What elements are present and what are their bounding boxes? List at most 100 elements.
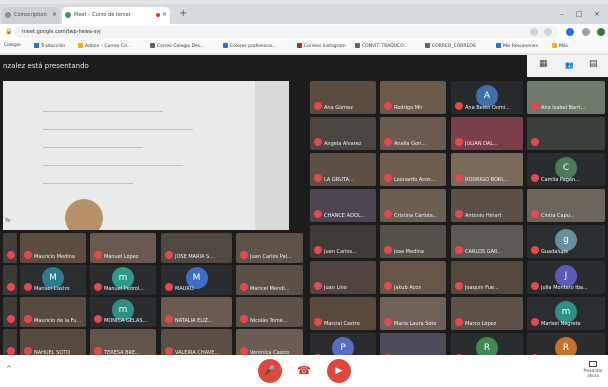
participant-tile[interactable]: Jakub Acos (380, 261, 446, 294)
gmail-icon[interactable] (597, 28, 605, 36)
new-tab-icon[interactable]: + (179, 8, 187, 19)
mic-muted-icon (384, 138, 392, 146)
participant-tile[interactable]: Angela Alvarez (310, 117, 376, 150)
participant-tile[interactable]: M MAURO (161, 265, 232, 295)
participant-tile[interactable]: Juan Carlos Pal... (236, 233, 303, 263)
participant-tile[interactable]: CARLOS GAR... (451, 225, 523, 258)
participant-tile[interactable]: m Marisel Negrete (527, 297, 605, 330)
mic-muted-icon (165, 283, 173, 291)
participant-name: Analía Gon... (394, 141, 426, 147)
participant-tile[interactable]: Nicolás Tomé... (236, 297, 303, 327)
participant-tile[interactable]: J Julia Montero Iba... (527, 261, 605, 294)
participant-tile[interactable] (3, 297, 17, 327)
whiteboard-line (43, 165, 183, 166)
participant-tile[interactable] (3, 233, 17, 263)
tab-active[interactable]: Meet – Curso de tercer × (62, 7, 170, 24)
bookmark-item[interactable]: Colegio (4, 43, 21, 48)
participant-tile[interactable]: Analía Gon... (380, 117, 446, 150)
participant-tile[interactable]: Ana Isabel Barri... (527, 81, 605, 114)
participant-name: María Laura Soto (394, 321, 437, 327)
maximize-icon[interactable]: □ (576, 10, 583, 18)
bookmark-item[interactable]: CONVIT. TRADUCO... (355, 43, 408, 49)
bookmark-item[interactable]: Colores profesiona... (223, 43, 276, 49)
close-window-icon[interactable]: × (594, 10, 600, 18)
participant-tile[interactable]: María Laura Soto (380, 297, 446, 330)
participant-tile[interactable]: Marco López (451, 297, 523, 330)
present-icon (589, 361, 597, 367)
participant-avatar: J (555, 264, 577, 287)
camera-toggle-button[interactable]: ▶ (327, 359, 351, 383)
participant-tile[interactable]: Juan Carlos... (310, 225, 376, 258)
bookmark-item[interactable]: Correos Instagram (297, 43, 346, 49)
chat-icon[interactable]: ▤ (589, 59, 598, 69)
participant-name: Leonardo Acos... (394, 177, 436, 183)
participant-tile[interactable]: JULIAN DAL... (451, 117, 523, 150)
participant-tile[interactable]: CHANCE ADOL... (310, 189, 376, 222)
bookmark-item[interactable]: Más (552, 43, 568, 49)
participant-tile[interactable]: C Camila Pagán... (527, 153, 605, 186)
participant-name: Mauricio Medina (34, 254, 75, 260)
mic-muted-icon (165, 347, 173, 355)
mic-muted-icon (531, 102, 539, 110)
whiteboard-line (43, 183, 133, 184)
present-now-button[interactable]: Presentar ahora (578, 361, 608, 378)
participant-name: NATALIA ELIZ... (175, 318, 213, 324)
participant-name: Jose Medina (394, 249, 424, 255)
mic-muted-icon (7, 283, 15, 291)
mic-muted-icon (314, 138, 322, 146)
participant-tile[interactable]: g Guadalupe (527, 225, 605, 258)
participant-tile[interactable]: Cintia Capu... (527, 189, 605, 222)
participant-tile[interactable]: Joaquín Fue... (451, 261, 523, 294)
participant-tile[interactable]: Antonio Hiriart (451, 189, 523, 222)
close-tab-icon[interactable]: × (162, 12, 167, 18)
participant-tile[interactable]: JOSE MARIA S... (161, 233, 232, 263)
participant-tile[interactable]: RODRIGO BORI... (451, 153, 523, 186)
tab-title: Coinscription (14, 12, 47, 18)
participant-name: Juan Carlos Pal... (250, 254, 292, 260)
profile-avatar-icon[interactable] (566, 28, 574, 36)
tab-inactive[interactable]: Coinscription × (2, 7, 60, 24)
participant-tile[interactable]: Rodrigo Mir (380, 81, 446, 114)
menu-icon[interactable] (582, 28, 590, 36)
participant-tile[interactable]: Leonardo Acos... (380, 153, 446, 186)
minimize-icon[interactable]: – (560, 10, 564, 18)
participant-tile[interactable]: Marcial Castro (310, 297, 376, 330)
close-tab-icon[interactable]: × (52, 12, 57, 18)
url-field[interactable]: meet.google.com/twp-hewa-svj (14, 26, 559, 38)
participant-tile[interactable]: M Marisel Castro (20, 265, 86, 295)
mic-muted-icon (24, 283, 32, 291)
meeting-details-icon[interactable]: ^ (6, 365, 12, 373)
people-icon[interactable]: 👥 (565, 61, 574, 69)
bookmark-item[interactable]: Correo Colegio Des... (150, 43, 204, 49)
participant-tile[interactable] (3, 265, 17, 295)
participant-avatar: m (555, 300, 577, 323)
leave-call-button[interactable]: ☎ (292, 359, 316, 383)
participant-tile[interactable]: A Ana Belén Domi... (451, 81, 523, 114)
participant-tile[interactable]: Mauricio Medina (20, 233, 86, 263)
extension-icon[interactable] (544, 28, 552, 36)
meet-grid-area: nzalez está presentando ▦ 👥 ▤ Yo Ana Góm… (0, 55, 608, 387)
participant-tile[interactable]: Mauricio de la Fu... (20, 297, 86, 327)
participant-tile[interactable]: Ana Gómez (310, 81, 376, 114)
participant-tile[interactable] (527, 117, 605, 150)
participant-tile[interactable]: Cristina Carlota... (380, 189, 446, 222)
mic-muted-icon (314, 210, 322, 218)
bookmark-item[interactable]: Traducción (34, 43, 65, 49)
participant-tile[interactable]: Juan Lino (310, 261, 376, 294)
participant-tile[interactable]: Manuel López (90, 233, 156, 263)
bookmark-item[interactable]: CORREO_CORREOS (425, 43, 476, 49)
mic-muted-icon (314, 174, 322, 182)
bookmark-star-icon[interactable] (530, 28, 538, 36)
mic-muted-icon (94, 283, 102, 291)
mic-toggle-button[interactable]: 🎤 (258, 359, 282, 383)
bookmark-item[interactable]: Mis Resúmenes (496, 43, 538, 49)
participant-tile[interactable]: m MÓNICA GELAS... (90, 297, 156, 327)
participant-tile[interactable]: LA GRUTA... (310, 153, 376, 186)
participant-tile[interactable]: m Manuel Pedrol... (90, 265, 156, 295)
mic-muted-icon (384, 102, 392, 110)
bookmark-item[interactable]: Admin – Correo Co... (78, 43, 131, 49)
layout-grid-icon[interactable]: ▦ (539, 59, 548, 69)
participant-tile[interactable]: NATALIA ELIZ... (161, 297, 232, 327)
participant-tile[interactable]: Maricel Mendi... (236, 265, 303, 295)
participant-tile[interactable]: Jose Medina (380, 225, 446, 258)
